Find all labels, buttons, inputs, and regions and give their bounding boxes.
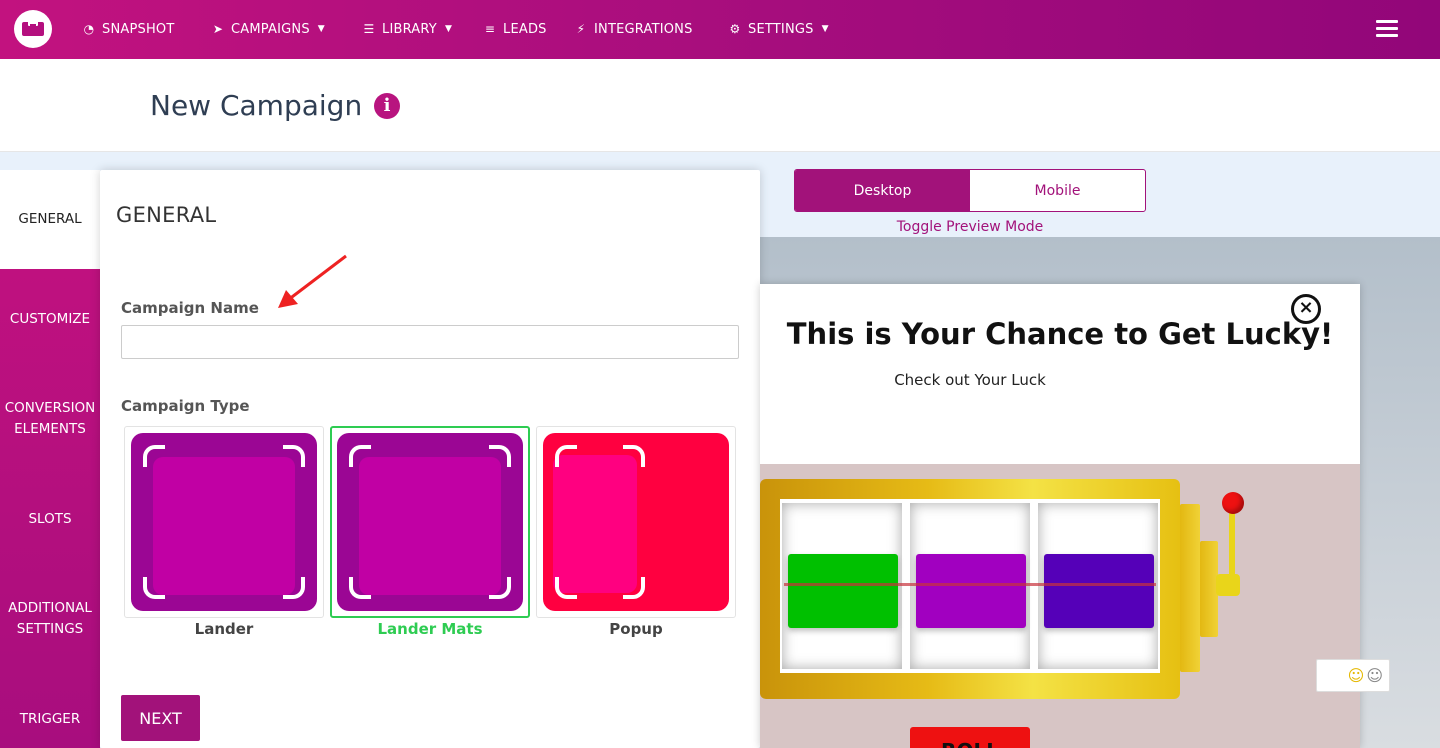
smiley-icon: ☺ bbox=[1366, 666, 1383, 685]
nav-settings[interactable]: ⚙ SETTINGS ▼ bbox=[728, 20, 829, 38]
caret-down-icon: ▼ bbox=[821, 24, 829, 34]
popup-thumbnail bbox=[543, 433, 729, 611]
general-panel: GENERAL Campaign Name Campaign Type Land… bbox=[100, 170, 760, 748]
caret-down-icon: ▼ bbox=[444, 24, 453, 34]
settings-sidebar: GENERAL CUSTOMIZE CONVERSION ELEMENTS SL… bbox=[0, 170, 100, 748]
slot-machine-area: ROLL bbox=[760, 464, 1360, 748]
tab-general[interactable]: GENERAL bbox=[0, 170, 100, 269]
reel-1 bbox=[782, 503, 902, 669]
campaign-preview-popup: This is Your Chance to Get Lucky! Check … bbox=[760, 284, 1360, 748]
next-button[interactable]: NEXT bbox=[121, 695, 200, 741]
gears-icon: ⚙ bbox=[729, 22, 741, 36]
nav-leads[interactable]: ≡ LEADS bbox=[483, 20, 547, 38]
nav-snapshot[interactable]: ◔ SNAPSHOT bbox=[82, 20, 175, 38]
toggle-desktop[interactable]: Desktop bbox=[795, 170, 970, 211]
roll-button[interactable]: ROLL bbox=[910, 727, 1030, 748]
lander-mats-thumbnail bbox=[337, 433, 523, 611]
machine-side-block bbox=[1180, 504, 1200, 672]
type-card-popup[interactable] bbox=[536, 426, 736, 618]
tab-customize[interactable]: CUSTOMIZE bbox=[0, 309, 100, 330]
reel-2 bbox=[910, 503, 1030, 669]
plug-icon: ⚡ bbox=[576, 22, 586, 36]
page-title: New Campaign bbox=[150, 89, 363, 122]
popup-subtitle: Check out Your Luck bbox=[894, 371, 1046, 389]
tab-additional-settings[interactable]: ADDITIONAL SETTINGS bbox=[0, 598, 100, 640]
lander-thumbnail bbox=[131, 433, 317, 611]
slot-machine-body bbox=[760, 479, 1180, 699]
type-label-popup: Popup bbox=[609, 620, 663, 638]
toggle-mobile[interactable]: Mobile bbox=[970, 170, 1145, 211]
caret-down-icon: ▼ bbox=[317, 24, 325, 34]
popup-headline: This is Your Chance to Get Lucky! bbox=[786, 317, 1334, 351]
reels-frame bbox=[780, 499, 1160, 673]
payline bbox=[784, 583, 1156, 586]
type-card-lander[interactable] bbox=[124, 426, 324, 618]
reel-3 bbox=[1038, 503, 1158, 669]
type-label-lander-mats: Lander Mats bbox=[377, 620, 483, 638]
lever-base bbox=[1216, 574, 1240, 596]
hamburger-menu-icon[interactable] bbox=[1376, 20, 1398, 38]
reel-symbol bbox=[916, 554, 1026, 628]
tab-conversion-elements[interactable]: CONVERSION ELEMENTS bbox=[0, 398, 100, 440]
lever-handle[interactable] bbox=[1222, 492, 1244, 514]
toggle-caption: Toggle Preview Mode bbox=[896, 219, 1044, 235]
app-logo[interactable] bbox=[14, 10, 52, 48]
server-icon: ☰ bbox=[363, 22, 375, 36]
reel-symbol bbox=[788, 554, 898, 628]
tab-trigger[interactable]: TRIGGER bbox=[0, 709, 100, 730]
panel-title: GENERAL bbox=[116, 203, 217, 227]
list-icon: ≡ bbox=[484, 22, 496, 36]
paper-plane-icon: ➤ bbox=[212, 22, 224, 36]
close-icon[interactable]: × bbox=[1291, 294, 1321, 324]
type-card-lander-mats[interactable] bbox=[330, 426, 530, 618]
annotation-arrow-icon bbox=[278, 254, 347, 308]
campaign-name-input[interactable] bbox=[121, 325, 739, 359]
nav-integrations[interactable]: ⚡ INTEGRATIONS bbox=[574, 20, 693, 38]
emoji-face-icon: ☺ bbox=[1347, 666, 1365, 685]
emoji-reaction-widget[interactable]: ☺ ☺ bbox=[1316, 659, 1390, 692]
info-icon[interactable]: i bbox=[374, 93, 400, 119]
campaign-type-label: Campaign Type bbox=[121, 397, 250, 415]
top-navigation: ◔ SNAPSHOT ➤ CAMPAIGNS ▼ ☰ LIBRARY ▼ ≡ L… bbox=[0, 0, 1440, 59]
reel-symbol bbox=[1044, 554, 1154, 628]
preview-mode-toggle: Desktop Mobile bbox=[794, 169, 1146, 212]
tab-slots[interactable]: SLOTS bbox=[0, 509, 100, 530]
nav-campaigns[interactable]: ➤ CAMPAIGNS ▼ bbox=[211, 20, 325, 38]
type-label-lander: Lander bbox=[194, 620, 254, 638]
nav-library[interactable]: ☰ LIBRARY ▼ bbox=[362, 20, 452, 38]
campaign-name-label: Campaign Name bbox=[121, 299, 259, 317]
page-header: New Campaign i bbox=[0, 59, 1440, 152]
dashboard-icon: ◔ bbox=[83, 22, 95, 36]
